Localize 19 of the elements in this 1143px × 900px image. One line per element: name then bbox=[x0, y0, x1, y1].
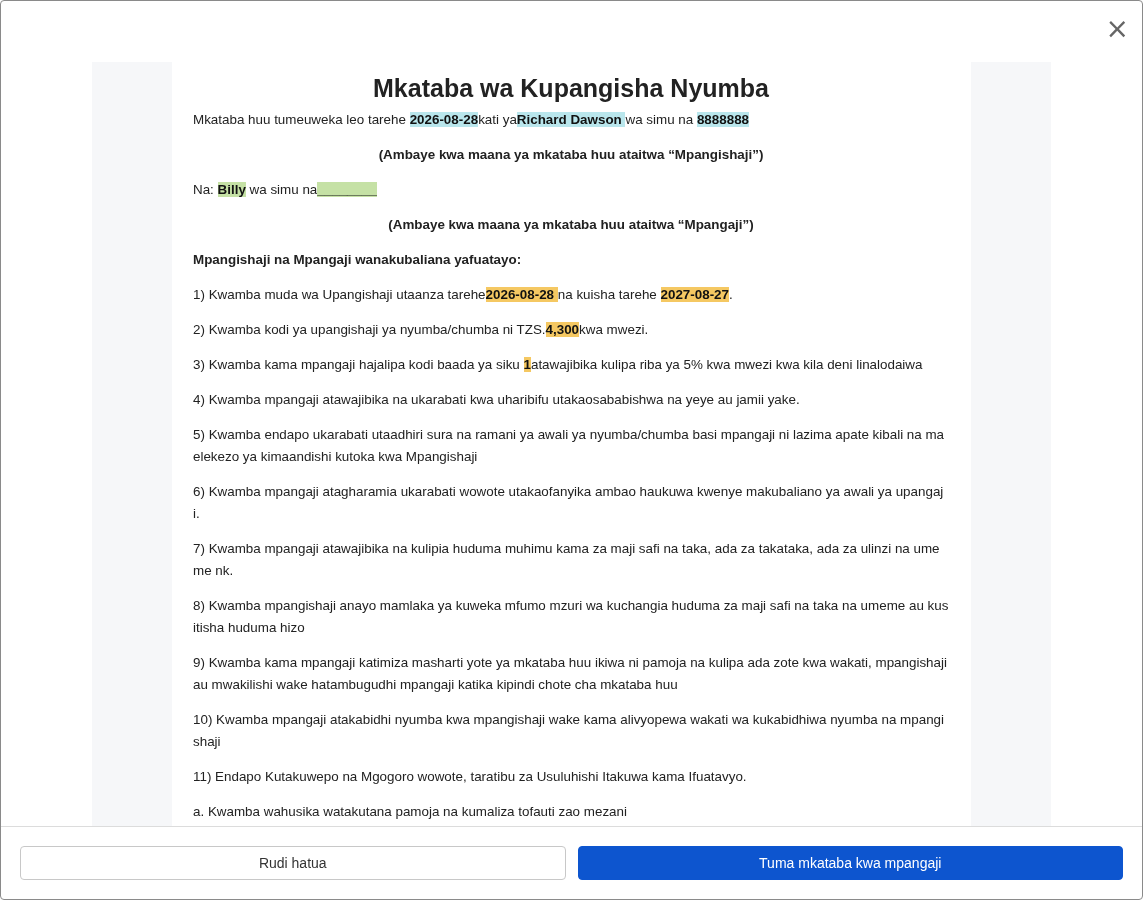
contract-paragraph: 6) Kwamba mpangaji atagharamia ukarabati wowote utakaofanyika ambao haukuwa kwenye makubaliano ya awali ya upangaji. bbox=[193, 483, 945, 523]
contract-paragraph: Mkataba huu tumeuweka leo tarehe 2026-08-28kati yaRichard Dawson wa simu na 8888888 bbox=[193, 111, 751, 129]
contract-paragraph: 4) Kwamba mpangaji atawajibika na ukarabati kwa uharibifu utakaosababishwa na yeye au jamii yake. bbox=[193, 391, 801, 409]
send-button[interactable]: Tuma mkataba kwa mpangaji bbox=[577, 846, 1123, 880]
back-button[interactable]: Rudi hatua bbox=[20, 846, 566, 880]
contract-paragraph: a. Kwamba wahusika watakutana pamoja na kumaliza tofauti zao mezani bbox=[193, 803, 628, 821]
contract-heading: Mpangishaji na Mpangaji wanakubaliana yafuatayo: bbox=[193, 251, 523, 269]
contract-paragraph: 10) Kwamba mpangaji atakabidhi nyumba kwa mpangishaji wake kama alivyopewa wakati wa kukabidhiwa nyumba na mpangishaji bbox=[193, 711, 946, 751]
document-title: Mkataba wa Kupangisha Nyumba bbox=[372, 74, 770, 103]
contract-paragraph: 1) Kwamba muda wa Upangishaji utaanza tarehe2026-08-28 na kuisha tarehe 2027-08-27. bbox=[193, 286, 734, 304]
close-button[interactable]: × bbox=[1105, 15, 1129, 43]
contract-paragraph: 9) Kwamba kama mpangaji katimiza masharti yote ya mkataba huu ikiwa ni pamoja na kulipa ada zote kwa wakati, mpangishaji au mwakilishi wake hatambugudhi mpangaji katika kipindi chote cha mkataba huu bbox=[193, 654, 948, 694]
contract-paragraph: 11) Endapo Kutakuwepo na Mgogoro wowote, taratibu za Usuluhishi Itakuwa kama Ifuatavyo. bbox=[193, 768, 748, 786]
contract-paragraph: 8) Kwamba mpangishaji anayo mamlaka ya kuweka mfumo mzuri wa kuchangia huduma za maji safi na taka na umeme au kusitisha huduma hizo bbox=[193, 597, 949, 637]
contract-heading: (Ambaye kwa maana ya mkataba huu ataitwa “Mpangishaji”) bbox=[377, 146, 765, 164]
contract-paragraph: 7) Kwamba mpangaji atawajibika na kulipia huduma muhimu kama za maji safi na taka, ada za takataka, ada za ulinzi na umeme nk. bbox=[193, 540, 941, 580]
contract-paragraph: Na: Billy wa simu na________ bbox=[193, 181, 378, 199]
contract-heading: (Ambaye kwa maana ya mkataba huu ataitwa “Mpangaji”) bbox=[387, 216, 755, 234]
contract-paragraph: 5) Kwamba endapo ukarabati utaadhiri sura na ramani ya awali ya nyumba/chumba basi mpangaji ni lazima apate kibali na maelekezo ya kimaandishi kutoka kwa Mpangishaji bbox=[193, 426, 946, 466]
